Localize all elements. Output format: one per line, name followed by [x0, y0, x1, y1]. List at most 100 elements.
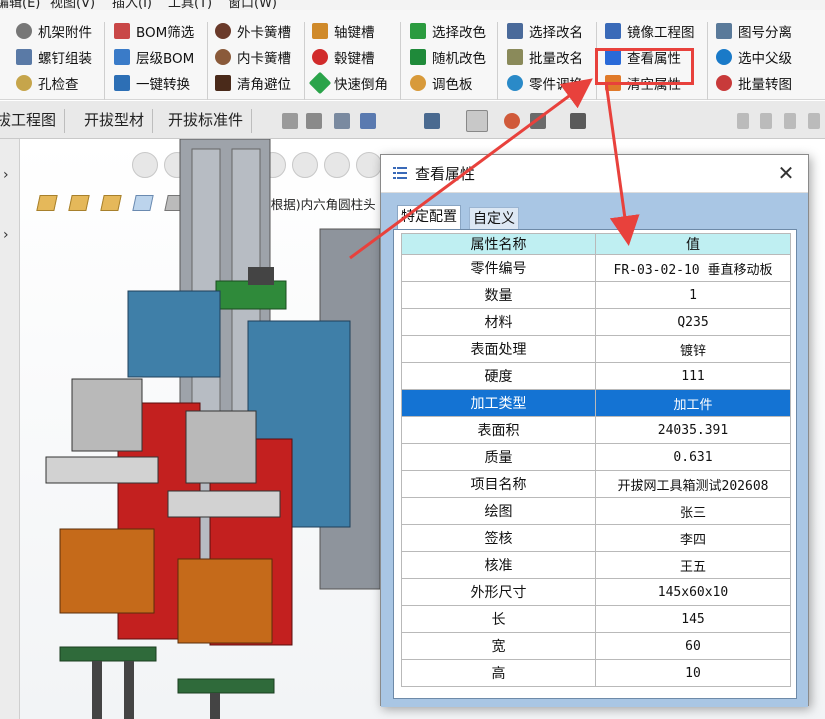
table-row[interactable]: 核准 王五: [401, 551, 791, 579]
property-value-cell[interactable]: 0.631: [595, 443, 791, 471]
property-name-cell[interactable]: 零件编号: [401, 254, 596, 282]
window-close-icon[interactable]: [808, 113, 820, 129]
outer-circlip-groove-button[interactable]: 外卡簧槽: [215, 20, 291, 42]
random-recolor-button[interactable]: 随机改色: [410, 46, 486, 68]
property-value-cell[interactable]: 加工件: [595, 389, 791, 417]
property-value-cell[interactable]: 1: [595, 281, 791, 309]
property-value-cell[interactable]: 24035.391: [595, 416, 791, 444]
select-rename-button[interactable]: 选择改名: [507, 20, 583, 42]
display-style-icon[interactable]: [424, 113, 440, 129]
table-row[interactable]: 材料 Q235: [401, 308, 791, 336]
table-row[interactable]: 质量 0.631: [401, 443, 791, 471]
property-name-cell[interactable]: 表面积: [401, 416, 596, 444]
scene-icon[interactable]: [530, 113, 546, 129]
menu-bar: 编辑(E) 视图(V) 插入(I) 工具(T) 窗口(W): [0, 0, 825, 11]
property-value-cell[interactable]: 10: [595, 659, 791, 687]
view-orientation-icon[interactable]: [360, 113, 376, 129]
property-name-cell[interactable]: 项目名称: [401, 470, 596, 498]
inner-circlip-groove-button[interactable]: 内卡簧槽: [215, 46, 291, 68]
zoom-icon[interactable]: [282, 113, 298, 129]
expand-arrow-icon[interactable]: ›: [3, 227, 9, 243]
property-value-cell[interactable]: 李四: [595, 524, 791, 552]
select-recolor-button[interactable]: 选择改色: [410, 20, 486, 42]
table-row[interactable]: 表面积 24035.391: [401, 416, 791, 444]
mirror-drawing-button[interactable]: 镜像工程图: [605, 20, 695, 42]
table-row[interactable]: 签核 李四: [401, 524, 791, 552]
batch-convert-button[interactable]: 批量转图: [716, 72, 792, 94]
property-name-cell[interactable]: 核准: [401, 551, 596, 579]
hub-keyway-button[interactable]: 毂键槽: [312, 46, 375, 68]
table-row[interactable]: 高 10: [401, 659, 791, 687]
column-header-name[interactable]: 属性名称: [401, 233, 596, 255]
table-row[interactable]: 长 145: [401, 605, 791, 633]
property-value-cell[interactable]: 镀锌: [595, 335, 791, 363]
property-name-cell[interactable]: 长: [401, 605, 596, 633]
window-tile-icon[interactable]: [737, 113, 749, 129]
key-icon: [312, 23, 328, 39]
hide-show-icon[interactable]: [466, 110, 488, 132]
property-value-cell[interactable]: 王五: [595, 551, 791, 579]
property-name-cell[interactable]: 加工类型: [401, 389, 596, 417]
view-properties-highlight: [595, 48, 694, 85]
table-row[interactable]: 硬度 111: [401, 362, 791, 390]
table-row[interactable]: 零件编号 FR-03-02-10 垂直移动板: [401, 254, 791, 282]
tab-profile[interactable]: 开拔型材: [84, 109, 154, 133]
dialog-titlebar[interactable]: 查看属性 ✕: [381, 155, 808, 193]
zoom-area-icon[interactable]: [306, 113, 322, 129]
window-maximize-icon[interactable]: [784, 113, 796, 129]
part-swap-button[interactable]: 零件调换: [507, 72, 583, 94]
section-view-icon[interactable]: [334, 113, 350, 129]
quick-chamfer-button[interactable]: 快速倒角: [308, 71, 388, 95]
property-name-cell[interactable]: 宽: [401, 632, 596, 660]
property-value-cell[interactable]: 145x60x10: [595, 578, 791, 606]
appearance-icon[interactable]: [504, 113, 520, 129]
property-value-cell[interactable]: 60: [595, 632, 791, 660]
bom-filter-button[interactable]: BOM筛选: [114, 20, 194, 42]
screw-assembly-button[interactable]: 螺钉组装: [16, 46, 92, 68]
column-header-value[interactable]: 值: [595, 233, 791, 255]
shaft-keyway-button[interactable]: 轴键槽: [312, 20, 375, 42]
table-row[interactable]: 宽 60: [401, 632, 791, 660]
property-name-cell[interactable]: 硬度: [401, 362, 596, 390]
table-row[interactable]: 加工类型 加工件: [401, 389, 791, 417]
one-click-convert-button[interactable]: 一键转换: [114, 72, 190, 94]
property-name-cell[interactable]: 高: [401, 659, 596, 687]
property-name-cell[interactable]: 材料: [401, 308, 596, 336]
property-value-cell[interactable]: 145: [595, 605, 791, 633]
tab-specific-config[interactable]: 特定配置: [397, 205, 461, 229]
property-value-cell[interactable]: Q235: [595, 308, 791, 336]
property-name-cell[interactable]: 绘图: [401, 497, 596, 525]
property-name-cell[interactable]: 外形尺寸: [401, 578, 596, 606]
palette-button[interactable]: 调色板: [410, 72, 473, 94]
tab-drawing[interactable]: 拔工程图: [0, 109, 66, 133]
random-color-icon: [410, 49, 426, 65]
rack-accessory-button[interactable]: 机架附件: [16, 20, 92, 42]
property-value-cell[interactable]: FR-03-02-10 垂直移动板: [595, 254, 791, 282]
ribbon-separator: [400, 22, 401, 100]
tab-custom[interactable]: 自定义: [469, 207, 519, 229]
table-row[interactable]: 外形尺寸 145x60x10: [401, 578, 791, 606]
hole-check-button[interactable]: 孔检查: [16, 72, 79, 94]
property-name-cell[interactable]: 质量: [401, 443, 596, 471]
property-value-cell[interactable]: 开拔网工具箱测试202608: [595, 470, 791, 498]
corner-relief-button[interactable]: 清角避位: [215, 72, 291, 94]
property-value-cell[interactable]: 张三: [595, 497, 791, 525]
close-button[interactable]: ✕: [774, 162, 798, 186]
monitor-icon[interactable]: [570, 113, 586, 129]
drawing-number-split-button[interactable]: 图号分离: [716, 20, 792, 42]
property-name-cell[interactable]: 签核: [401, 524, 596, 552]
batch-rename-button[interactable]: 批量改名: [507, 46, 583, 68]
hierarchy-bom-button[interactable]: 层级BOM: [114, 46, 194, 68]
ribbon-separator: [304, 22, 305, 100]
property-name-cell[interactable]: 数量: [401, 281, 596, 309]
table-row[interactable]: 绘图 张三: [401, 497, 791, 525]
property-value-cell[interactable]: 111: [595, 362, 791, 390]
property-name-cell[interactable]: 表面处理: [401, 335, 596, 363]
table-row[interactable]: 项目名称 开拔网工具箱测试202608: [401, 470, 791, 498]
table-row[interactable]: 表面处理 镀锌: [401, 335, 791, 363]
select-parent-button[interactable]: 选中父级: [716, 46, 792, 68]
tab-standard-parts[interactable]: 开拔标准件: [168, 109, 253, 133]
table-row[interactable]: 数量 1: [401, 281, 791, 309]
expand-arrow-icon[interactable]: ›: [3, 167, 9, 183]
window-restore-icon[interactable]: [760, 113, 772, 129]
